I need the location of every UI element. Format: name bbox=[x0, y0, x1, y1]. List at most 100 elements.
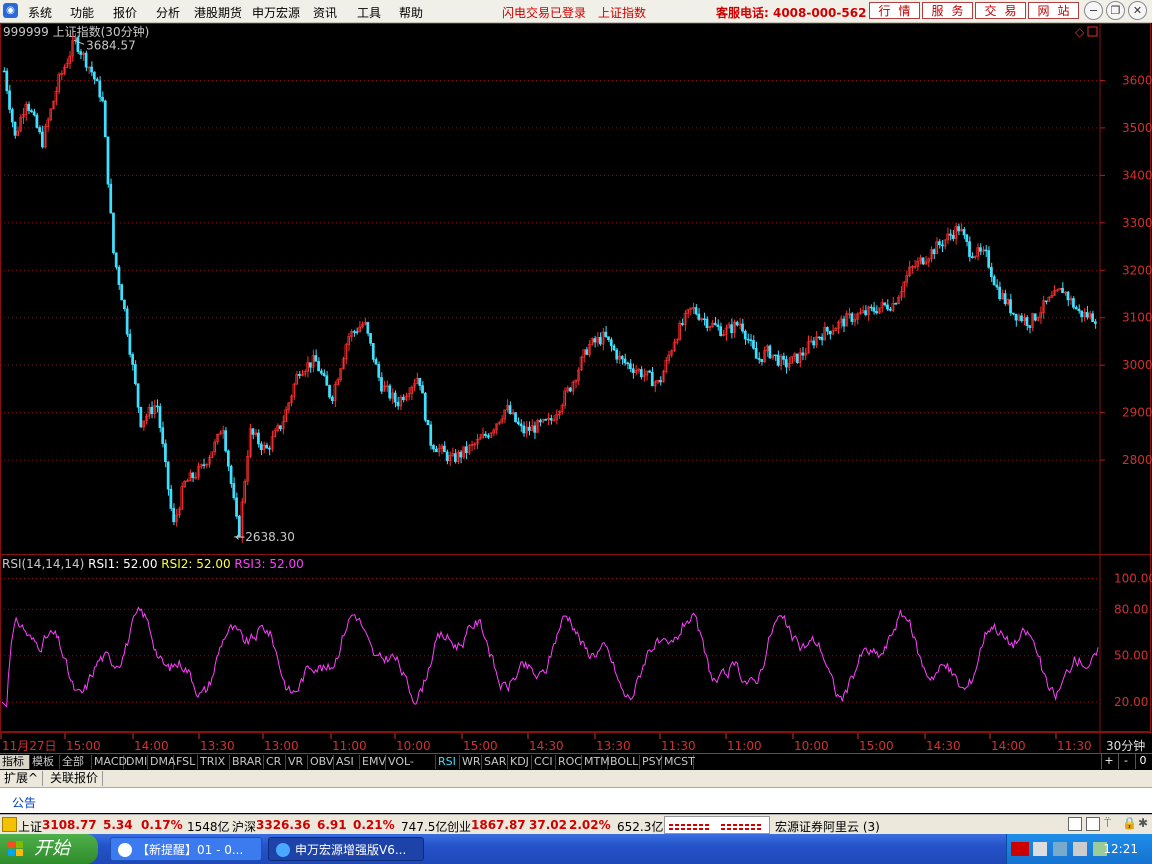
menu-tools[interactable]: 工具 bbox=[357, 4, 381, 21]
indicator-tab-wr[interactable]: WR bbox=[460, 755, 482, 769]
indicator-tab-mcst[interactable]: MCST bbox=[662, 755, 695, 769]
high-label: 3684.57 bbox=[86, 38, 136, 52]
market-bars-icon bbox=[669, 824, 761, 830]
tray-volume-icon[interactable] bbox=[1073, 842, 1087, 856]
start-button[interactable]: 开始 bbox=[0, 834, 98, 864]
zoom-out-button[interactable]: - bbox=[1118, 753, 1133, 769]
indicator-tab-dmi[interactable]: DMI bbox=[124, 755, 148, 769]
candle-body bbox=[820, 336, 824, 341]
signal-icon[interactable]: ⍡ bbox=[1104, 816, 1111, 831]
extension-bar: 扩展^ 关联报价 bbox=[0, 770, 1152, 788]
menu-help[interactable]: 帮助 bbox=[399, 4, 423, 21]
doc-icon[interactable] bbox=[1068, 817, 1082, 831]
restore-icon[interactable]: ❐ bbox=[1106, 1, 1125, 20]
indicator-tab-模板[interactable]: 模板 bbox=[30, 755, 60, 769]
candle-body bbox=[101, 96, 104, 102]
candle-body bbox=[32, 111, 36, 116]
current-index-label[interactable]: 上证指数 bbox=[598, 4, 646, 21]
server-name[interactable]: 宏源证券阿里云 (3) bbox=[775, 818, 880, 835]
tray-app-icon[interactable] bbox=[1011, 842, 1029, 856]
indicator-tab-obv[interactable]: OBV bbox=[308, 755, 334, 769]
candle-body bbox=[825, 327, 829, 332]
candle-body bbox=[801, 352, 805, 356]
indicator-tab-emv[interactable]: EMV bbox=[360, 755, 386, 769]
lock-icon[interactable]: 🔒 bbox=[1122, 816, 1137, 830]
chart-svg[interactable]: 3600 3500 3400 3300 3200 3100 3000 2900 2800 100.… bbox=[0, 23, 1152, 753]
menu-analysis[interactable]: 分析 bbox=[156, 4, 180, 21]
website-button[interactable]: 网站 bbox=[1028, 2, 1079, 19]
zoom-in-button[interactable]: + bbox=[1101, 753, 1116, 769]
taskbar-task-swhy[interactable]: 申万宏源增强版V6... bbox=[268, 837, 424, 861]
tray-network-icon[interactable] bbox=[1033, 842, 1047, 856]
candle-body bbox=[169, 488, 173, 509]
indicator-tab-全部[interactable]: 全部 bbox=[60, 755, 92, 769]
taskbar-task-browser[interactable]: 【新提醒】01 - 0... bbox=[110, 837, 262, 861]
candle-body bbox=[705, 318, 709, 329]
indicator-tab-sar[interactable]: SAR bbox=[482, 755, 508, 769]
candle-body bbox=[995, 284, 999, 288]
menu-hk-futures[interactable]: 港股期货 bbox=[194, 4, 242, 21]
candle-body bbox=[1014, 313, 1018, 321]
indicator-tab-vr[interactable]: VR bbox=[286, 755, 308, 769]
indicator-tab-boll[interactable]: BOLL bbox=[608, 755, 640, 769]
candle-body bbox=[5, 70, 9, 92]
sh-change: 5.34 bbox=[103, 818, 133, 832]
indicator-tab-roc[interactable]: ROC bbox=[556, 755, 582, 769]
candle-body bbox=[1072, 298, 1075, 308]
candle-body bbox=[508, 405, 512, 414]
menu-quote[interactable]: 报价 bbox=[113, 4, 137, 21]
tray-shield-icon[interactable] bbox=[1053, 842, 1067, 856]
indicator-tab-macd[interactable]: MACD bbox=[92, 755, 127, 769]
menu-news[interactable]: 资讯 bbox=[313, 4, 337, 21]
candle-body bbox=[957, 226, 960, 232]
indicator-tab-指标[interactable]: 指标 bbox=[0, 755, 30, 769]
status-warning-icon[interactable] bbox=[2, 817, 17, 832]
time-tick-label: 14:00 bbox=[991, 739, 1026, 753]
candle-body bbox=[886, 304, 889, 310]
indicator-tab-bar: 指标 模板 全部 MACD DMI DMA FSL TRIX BRAR CR VR OBV ASI EMV… bbox=[0, 753, 1152, 782]
price-tick-label: 2800 bbox=[1122, 453, 1152, 467]
trade-button[interactable]: 交易 bbox=[975, 2, 1026, 19]
indicator-tab-brar[interactable]: BRAR bbox=[230, 755, 264, 769]
candle-body bbox=[598, 337, 602, 345]
candle-body bbox=[888, 308, 892, 311]
indicator-tab-cci[interactable]: CCI bbox=[532, 755, 556, 769]
menu-swhy[interactable]: 申万宏源 bbox=[252, 4, 300, 21]
indicator-tab-fsl[interactable]: FSL bbox=[174, 755, 198, 769]
candle-body bbox=[322, 373, 326, 377]
minimize-icon[interactable]: − bbox=[1084, 1, 1103, 20]
flash-trade-status[interactable]: 闪电交易已登录 bbox=[502, 4, 586, 21]
service-button[interactable]: 服务 bbox=[922, 2, 973, 19]
menu-system[interactable]: 系统 bbox=[28, 4, 52, 21]
indicator-tab-rsi[interactable]: RSI bbox=[436, 755, 460, 769]
zoom-reset-button[interactable]: 0 bbox=[1135, 753, 1150, 769]
expand-tab[interactable]: 扩展^ bbox=[0, 771, 44, 786]
candle-body bbox=[741, 323, 744, 332]
notice-label[interactable]: 公告 bbox=[12, 794, 36, 811]
candle-body bbox=[544, 419, 547, 421]
close-icon[interactable]: ✕ bbox=[1128, 1, 1147, 20]
indicator-tab-cr[interactable]: CR bbox=[264, 755, 286, 769]
status-bar: 上证 3108.77 5.34 0.17% 1548亿 沪深 3326.36 6… bbox=[0, 814, 1152, 835]
candle-body bbox=[355, 331, 359, 333]
indicator-tab-kdj[interactable]: KDJ bbox=[508, 755, 532, 769]
indicator-tab-dma[interactable]: DMA bbox=[148, 755, 176, 769]
sh-value: 3108.77 bbox=[42, 818, 97, 832]
indicator-tab-trix[interactable]: TRIX bbox=[198, 755, 230, 769]
indicator-tab-psy[interactable]: PSY bbox=[640, 755, 662, 769]
candle-body bbox=[842, 318, 846, 327]
indicator-tab-vol-tdx[interactable]: VOL-TDX bbox=[386, 755, 436, 782]
settings-icon[interactable]: ✱ bbox=[1138, 816, 1148, 830]
related-quote-tab[interactable]: 关联报价 bbox=[46, 771, 104, 786]
candle-body bbox=[735, 321, 739, 326]
calculator-icon[interactable] bbox=[1086, 817, 1100, 831]
indicator-tab-asi[interactable]: ASI bbox=[334, 755, 360, 769]
chart-area[interactable]: 3600 3500 3400 3300 3200 3100 3000 2900 2800 100.… bbox=[0, 23, 1152, 758]
menu-function[interactable]: 功能 bbox=[70, 4, 94, 21]
quote-button[interactable]: 行情 bbox=[869, 2, 920, 19]
candle-body bbox=[1085, 311, 1089, 318]
candle-body bbox=[10, 109, 14, 123]
candle-body bbox=[1025, 317, 1029, 326]
indicator-tab-mtm[interactable]: MTM bbox=[582, 755, 610, 769]
candle-body bbox=[393, 392, 397, 403]
